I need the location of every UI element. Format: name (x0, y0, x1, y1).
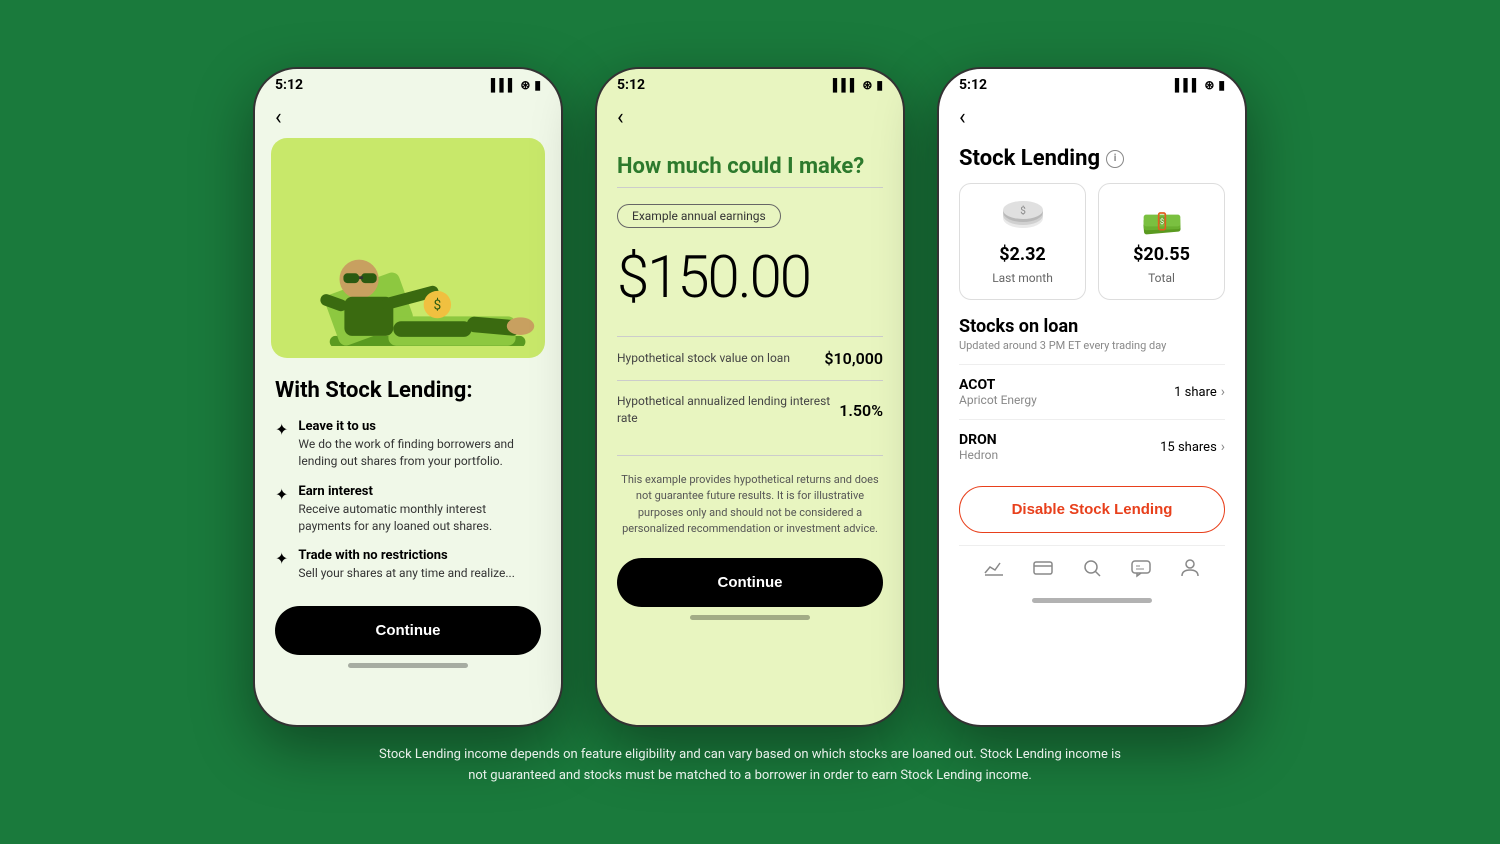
feature-desc-1: We do the work of finding borrowers and … (298, 436, 541, 470)
calc-row-1: Hypothetical stock value on loan $10,000 (617, 336, 883, 380)
earnings-badge: Example annual earnings (617, 204, 781, 228)
feature-bullet-3: ✦ (275, 549, 288, 568)
status-icons-3: ▌▌▌ ⊛ ▮ (1175, 78, 1225, 92)
stock-shares-1: 1 share › (1174, 384, 1225, 400)
feature-bullet-1: ✦ (275, 420, 288, 439)
phone-3: 5:12 ▌▌▌ ⊛ ▮ ‹ Stock Lending i (937, 67, 1247, 727)
last-month-label: Last month (992, 271, 1053, 285)
nav-chat-icon[interactable] (1127, 554, 1155, 582)
feature-title-3: Trade with no restrictions (298, 548, 514, 563)
svg-text:$: $ (1159, 217, 1163, 226)
continue-button-1[interactable]: Continue (275, 606, 541, 655)
svg-text:$: $ (434, 298, 442, 314)
stock-shares-2: 15 shares › (1160, 439, 1225, 455)
svg-text:$: $ (1020, 204, 1026, 217)
feature-item-1: ✦ Leave it to us We do the work of findi… (275, 419, 541, 470)
status-time-3: 5:12 (959, 77, 987, 93)
feature-list: ✦ Leave it to us We do the work of findi… (275, 419, 541, 582)
nav-person-icon[interactable] (1176, 554, 1204, 582)
total-amount: $20.55 (1133, 244, 1190, 265)
footer-text: Stock Lending income depends on feature … (370, 745, 1130, 787)
feature-item-2: ✦ Earn interest Receive automatic monthl… (275, 484, 541, 535)
phone-2: 5:12 ▌▌▌ ⊛ ▮ ‹ How much could I make? Ex… (595, 67, 905, 727)
calc-value-2: 1.50% (839, 401, 883, 420)
home-indicator-3 (1032, 598, 1152, 603)
info-icon[interactable]: i (1106, 150, 1124, 168)
status-time-2: 5:12 (617, 77, 645, 93)
phone-1: 5:12 ▌▌▌ ⊛ ▮ ‹ (253, 67, 563, 727)
status-time-1: 5:12 (275, 77, 303, 93)
signal-icon-2: ▌▌▌ (833, 78, 859, 92)
home-indicator-1 (348, 663, 468, 668)
stock-lending-title: Stock Lending i (959, 146, 1225, 171)
cash-icon: $ (1137, 198, 1187, 238)
phone-1-title: With Stock Lending: (275, 378, 541, 403)
nav-card-icon[interactable] (1029, 554, 1057, 582)
status-icons-1: ▌▌▌ ⊛ ▮ (491, 78, 541, 92)
total-card: $ $20.55 Total (1098, 183, 1225, 300)
stock-lending-label: Stock Lending (959, 146, 1100, 171)
phones-container: 5:12 ▌▌▌ ⊛ ▮ ‹ (253, 67, 1247, 727)
stock-name-1: Apricot Energy (959, 393, 1037, 407)
wifi-icon-3: ⊛ (1204, 78, 1214, 92)
signal-icon-1: ▌▌▌ (491, 78, 517, 92)
home-indicator-2 (690, 615, 810, 620)
stock-row-2[interactable]: DRON Hedron 15 shares › (959, 419, 1225, 474)
status-icons-2: ▌▌▌ ⊛ ▮ (833, 78, 883, 92)
feature-bullet-2: ✦ (275, 485, 288, 504)
disable-stock-lending-button[interactable]: Disable Stock Lending (959, 486, 1225, 533)
hero-illustration: $ (271, 150, 545, 346)
earnings-cards: $ $2.32 Last month (959, 183, 1225, 300)
stock-name-2: Hedron (959, 448, 998, 462)
calc-label-1: Hypothetical stock value on loan (617, 350, 790, 367)
feature-item-3: ✦ Trade with no restrictions Sell your s… (275, 548, 541, 582)
total-label: Total (1148, 271, 1175, 285)
calc-row-2: Hypothetical annualized lending interest… (617, 380, 883, 439)
phone-2-title: How much could I make? (617, 154, 883, 179)
stock-info-1: ACOT Apricot Energy (959, 377, 1037, 407)
stocks-on-loan-subtitle: Updated around 3 PM ET every trading day (959, 339, 1225, 352)
stock-row-1[interactable]: ACOT Apricot Energy 1 share › (959, 364, 1225, 419)
chevron-icon-1: › (1221, 384, 1225, 400)
status-bar-2: 5:12 ▌▌▌ ⊛ ▮ (597, 69, 903, 97)
feature-title-2: Earn interest (298, 484, 541, 499)
earnings-amount: $150.00 (617, 244, 883, 312)
chevron-icon-2: › (1221, 439, 1225, 455)
nav-search-icon[interactable] (1078, 554, 1106, 582)
coin-icon: $ (998, 198, 1048, 238)
phone-1-content: With Stock Lending: ✦ Leave it to us We … (255, 358, 561, 684)
wifi-icon-2: ⊛ (862, 78, 872, 92)
phone-2-content: How much could I make? Example annual ea… (597, 138, 903, 636)
status-bar-3: 5:12 ▌▌▌ ⊛ ▮ (939, 69, 1245, 97)
back-button-2[interactable]: ‹ (597, 97, 903, 138)
feature-title-1: Leave it to us (298, 419, 541, 434)
calc-value-1: $10,000 (824, 349, 883, 368)
wifi-icon-1: ⊛ (520, 78, 530, 92)
back-button-3[interactable]: ‹ (939, 97, 1245, 138)
divider-top (617, 187, 883, 188)
battery-icon-3: ▮ (1218, 78, 1225, 92)
divider-mid (617, 455, 883, 456)
signal-icon-3: ▌▌▌ (1175, 78, 1201, 92)
battery-icon-2: ▮ (876, 78, 883, 92)
feature-desc-3: Sell your shares at any time and realize… (298, 565, 514, 582)
feature-desc-2: Receive automatic monthly interest payme… (298, 501, 541, 535)
stock-ticker-1: ACOT (959, 377, 1037, 393)
calc-label-2: Hypothetical annualized lending interest… (617, 393, 839, 427)
battery-icon-1: ▮ (534, 78, 541, 92)
stocks-on-loan-title: Stocks on loan (959, 316, 1225, 337)
continue-button-2[interactable]: Continue (617, 558, 883, 607)
phone-3-content: Stock Lending i $ (939, 138, 1245, 611)
illustration-area: $ (271, 138, 545, 358)
stock-ticker-2: DRON (959, 432, 998, 448)
bottom-nav (959, 545, 1225, 590)
back-button-1[interactable]: ‹ (255, 97, 561, 138)
stock-info-2: DRON Hedron (959, 432, 998, 462)
nav-chart-icon[interactable] (980, 554, 1008, 582)
status-bar-1: 5:12 ▌▌▌ ⊛ ▮ (255, 69, 561, 97)
last-month-amount: $2.32 (999, 244, 1046, 265)
disclaimer-text: This example provides hypothetical retur… (617, 472, 883, 538)
last-month-card: $ $2.32 Last month (959, 183, 1086, 300)
